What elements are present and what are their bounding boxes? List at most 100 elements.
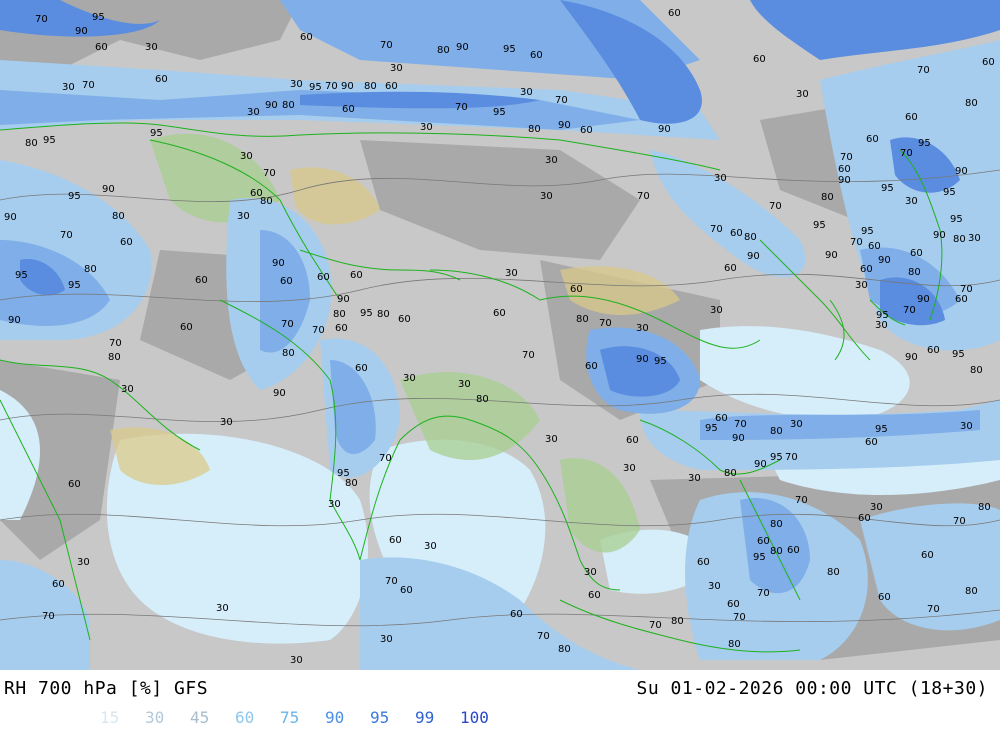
contour-label: 60 <box>280 276 293 287</box>
contour-label: 60 <box>195 275 208 286</box>
rh-map: 70 95 90 60 30 60 70 80 90 95 60 60 30 3… <box>0 0 1000 670</box>
contour-label: 70 <box>312 325 325 336</box>
contour-label: 90 <box>933 230 946 241</box>
contour-label: 60 <box>342 104 355 115</box>
contour-label: 60 <box>120 237 133 248</box>
contour-label: 70 <box>263 168 276 179</box>
contour-label: 60 <box>753 54 766 65</box>
contour-label: 80 <box>671 616 684 627</box>
contour-label: 70 <box>35 14 48 25</box>
contour-label: 60 <box>927 345 940 356</box>
contour-label: 95 <box>861 226 874 237</box>
contour-label: 30 <box>584 567 597 578</box>
contour-label: 70 <box>60 230 73 241</box>
contour-label: 30 <box>424 541 437 552</box>
contour-label: 30 <box>623 463 636 474</box>
contour-label: 70 <box>537 631 550 642</box>
contour-label: 80 <box>558 644 571 655</box>
contour-label: 30 <box>905 196 918 207</box>
contour-label: 95 <box>705 423 718 434</box>
map-canvas: 70 95 90 60 30 60 70 80 90 95 60 60 30 3… <box>0 0 1000 670</box>
contour-label: 60 <box>398 314 411 325</box>
contour-label: 60 <box>724 263 737 274</box>
contour-label: 30 <box>688 473 701 484</box>
contour-label: 95 <box>875 424 888 435</box>
legend-item: 100 <box>460 708 489 727</box>
contour-label: 90 <box>272 258 285 269</box>
contour-label: 60 <box>530 50 543 61</box>
contour-label: 60 <box>155 74 168 85</box>
contour-label: 80 <box>970 365 983 376</box>
contour-label: 80 <box>576 314 589 325</box>
contour-label: 80 <box>25 138 38 149</box>
contour-label: 90 <box>337 294 350 305</box>
contour-label: 95 <box>943 187 956 198</box>
contour-label: 80 <box>377 309 390 320</box>
contour-label: 60 <box>180 322 193 333</box>
contour-label: 30 <box>636 323 649 334</box>
contour-label: 70 <box>325 81 338 92</box>
contour-label: 90 <box>838 175 851 186</box>
contour-label: 30 <box>220 417 233 428</box>
contour-label: 60 <box>493 308 506 319</box>
contour-label: 70 <box>734 419 747 430</box>
contour-label: 60 <box>865 437 878 448</box>
contour-label: 80 <box>744 232 757 243</box>
contour-label: 80 <box>108 352 121 363</box>
contour-label: 60 <box>668 8 681 19</box>
contour-label: 60 <box>727 599 740 610</box>
contour-label: 30 <box>380 634 393 645</box>
contour-label: 60 <box>838 164 851 175</box>
contour-label: 95 <box>918 138 931 149</box>
contour-label: 60 <box>585 361 598 372</box>
contour-label: 80 <box>282 348 295 359</box>
contour-label: 30 <box>790 419 803 430</box>
contour-label: 95 <box>68 191 81 202</box>
contour-label: 30 <box>855 280 868 291</box>
contour-label: 60 <box>580 125 593 136</box>
contour-label: 70 <box>42 611 55 622</box>
contour-label: 90 <box>917 294 930 305</box>
contour-label: 60 <box>910 248 923 259</box>
contour-label: 80 <box>437 45 450 56</box>
contour-label: 60 <box>730 228 743 239</box>
contour-label: 70 <box>555 95 568 106</box>
contour-label: 80 <box>728 639 741 650</box>
contour-label: 90 <box>878 255 891 266</box>
contour-label: 30 <box>796 89 809 100</box>
map-datetime: Su 01-02-2026 00:00 UTC (18+30) <box>636 678 988 699</box>
contour-label: 30 <box>714 173 727 184</box>
contour-label: 30 <box>240 151 253 162</box>
contour-label: 30 <box>710 305 723 316</box>
contour-label: 30 <box>960 421 973 432</box>
contour-label: 60 <box>787 545 800 556</box>
contour-label: 60 <box>905 112 918 123</box>
contour-label: 70 <box>785 452 798 463</box>
contour-label: 95 <box>881 183 894 194</box>
contour-label: 70 <box>281 319 294 330</box>
contour-label: 60 <box>921 550 934 561</box>
contour-label: 70 <box>850 237 863 248</box>
contour-label: 60 <box>400 585 413 596</box>
contour-label: 80 <box>84 264 97 275</box>
contour-label: 70 <box>840 152 853 163</box>
contour-label: 90 <box>754 459 767 470</box>
contour-label: 90 <box>747 251 760 262</box>
contour-label: 70 <box>379 453 392 464</box>
legend-item: 45 <box>190 708 210 727</box>
contour-label: 90 <box>273 388 286 399</box>
contour-label: 80 <box>965 98 978 109</box>
contour-label: 80 <box>260 196 273 207</box>
contour-label: 30 <box>121 384 134 395</box>
contour-label: 70 <box>769 201 782 212</box>
contour-label: 30 <box>708 581 721 592</box>
contour-label: 95 <box>92 12 105 23</box>
contour-label: 95 <box>813 220 826 231</box>
contour-label: 95 <box>309 82 322 93</box>
contour-label: 30 <box>145 42 158 53</box>
contour-label: 70 <box>757 588 770 599</box>
contour-label: 60 <box>52 579 65 590</box>
contour-label: 70 <box>927 604 940 615</box>
contour-label: 90 <box>341 81 354 92</box>
contour-label: 30 <box>237 211 250 222</box>
